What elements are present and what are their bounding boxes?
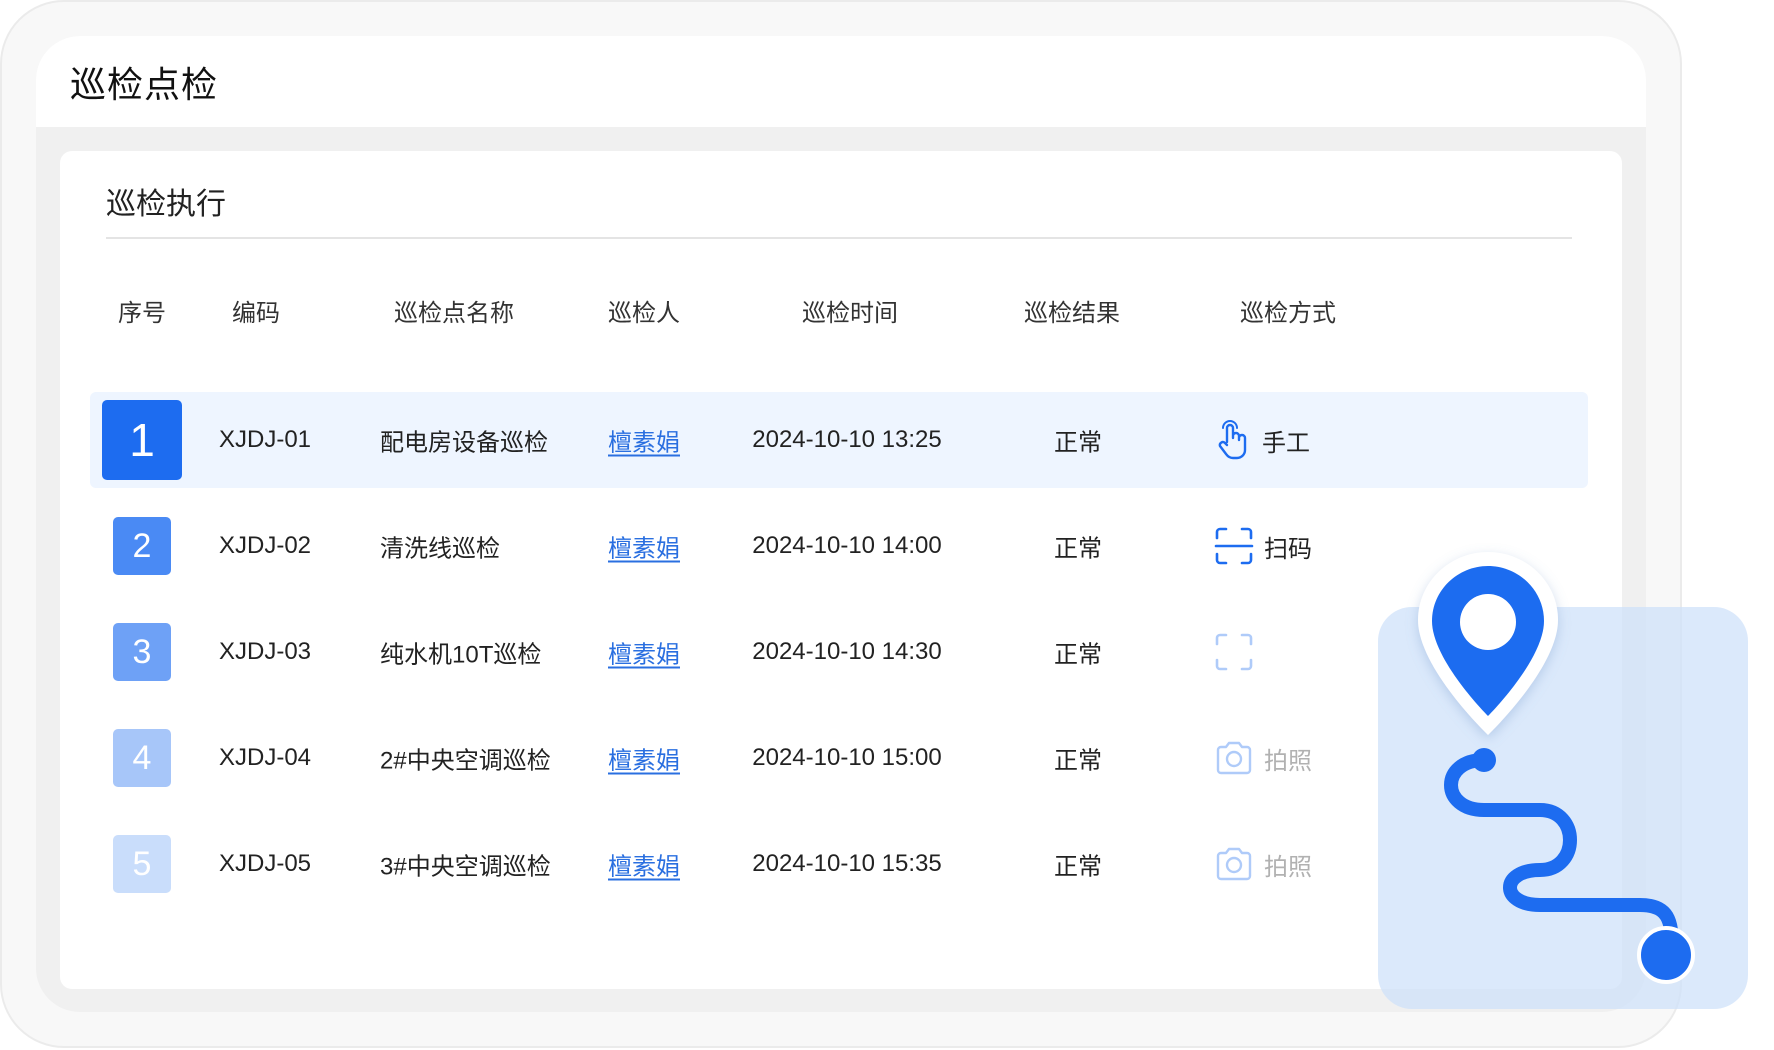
- row-result: 正常: [1054, 747, 1102, 775]
- row-point-name: 清洗线巡检: [380, 535, 500, 563]
- row-inspector-link[interactable]: 檀素娟: [608, 529, 680, 564]
- table-row[interactable]: 2 XJDJ-02 清洗线巡检 檀素娟 2024-10-10 14:00 正常 …: [90, 498, 1588, 594]
- row-code: XJDJ-05: [219, 850, 312, 877]
- window-header: 巡检点检: [36, 36, 1646, 127]
- table-row[interactable]: 3 XJDJ-03 纯水机10T巡检 檀素娟 2024-10-10 14:30 …: [90, 604, 1588, 700]
- row-method-label: 扫码: [1264, 535, 1312, 563]
- row-method: 扫码: [1214, 526, 1312, 566]
- row-code: XJDJ-03: [219, 638, 312, 665]
- row-point-name: 2#中央空调巡检: [380, 747, 551, 775]
- table-row[interactable]: 1 XJDJ-01 配电房设备巡检 檀素娟 2024-10-10 13:25 正…: [90, 392, 1588, 488]
- scan-icon: [1214, 526, 1254, 566]
- row-inspector-link[interactable]: 檀素娟: [608, 741, 680, 776]
- row-inspector-link[interactable]: 檀素娟: [608, 423, 680, 458]
- row-method-label: 拍照: [1264, 853, 1312, 881]
- camera-icon: [1214, 846, 1254, 882]
- page-title: 巡检点检: [70, 64, 219, 105]
- row-result: 正常: [1054, 641, 1102, 669]
- table-row[interactable]: 4 XJDJ-04 2#中央空调巡检 檀素娟 2024-10-10 15:00 …: [90, 710, 1588, 806]
- column-header-result: 巡检结果: [1024, 300, 1120, 327]
- row-time: 2024-10-10 15:35: [752, 850, 942, 877]
- row-method: 拍照: [1214, 846, 1312, 882]
- row-method-label: 手工: [1262, 429, 1310, 457]
- row-index-badge: 3: [113, 623, 171, 681]
- row-result: 正常: [1054, 535, 1102, 563]
- column-header-index: 序号: [118, 300, 166, 327]
- hand-pointer-icon: [1214, 420, 1252, 460]
- row-code: XJDJ-02: [219, 532, 312, 559]
- row-result: 正常: [1054, 429, 1102, 457]
- column-header-method: 巡检方式: [1240, 300, 1336, 327]
- table-row[interactable]: 5 XJDJ-05 3#中央空调巡检 檀素娟 2024-10-10 15:35 …: [90, 816, 1588, 912]
- row-method-label: 拍照: [1264, 747, 1312, 775]
- camera-icon: [1214, 740, 1254, 776]
- row-index-badge: 1: [102, 400, 182, 480]
- row-time: 2024-10-10 14:00: [752, 532, 942, 559]
- row-method: [1214, 632, 1264, 672]
- card-divider: [106, 237, 1572, 239]
- row-method: 拍照: [1214, 740, 1312, 776]
- row-method: 手工: [1214, 420, 1310, 460]
- row-point-name: 3#中央空调巡检: [380, 853, 551, 881]
- row-code: XJDJ-04: [219, 744, 312, 771]
- overlay-panel: [1378, 607, 1748, 1009]
- column-header-code: 编码: [232, 300, 280, 327]
- row-point-name: 配电房设备巡检: [380, 429, 548, 457]
- row-result: 正常: [1054, 853, 1102, 881]
- column-header-inspector: 巡检人: [608, 300, 680, 327]
- card-title: 巡检执行: [106, 188, 226, 221]
- row-index-badge: 5: [113, 835, 171, 893]
- row-time: 2024-10-10 15:00: [752, 744, 942, 771]
- row-code: XJDJ-01: [219, 426, 312, 453]
- column-header-point-name: 巡检点名称: [394, 300, 514, 327]
- scan-icon: [1214, 632, 1254, 672]
- row-inspector-link[interactable]: 檀素娟: [608, 635, 680, 670]
- column-header-time: 巡检时间: [802, 300, 898, 327]
- row-point-name: 纯水机10T巡检: [380, 641, 542, 669]
- row-index-badge: 4: [113, 729, 171, 787]
- row-time: 2024-10-10 13:25: [752, 426, 942, 453]
- row-time: 2024-10-10 14:30: [752, 638, 942, 665]
- row-index-badge: 2: [113, 517, 171, 575]
- row-inspector-link[interactable]: 檀素娟: [608, 847, 680, 882]
